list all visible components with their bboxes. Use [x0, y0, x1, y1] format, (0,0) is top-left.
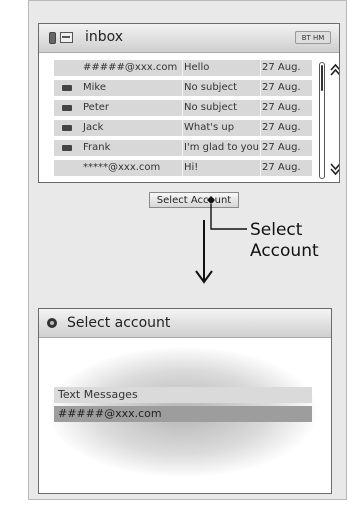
callout-line-2: Account: [250, 241, 319, 261]
callout-label: Select Account: [250, 220, 319, 262]
select-account-title-bar: Select account: [39, 309, 331, 338]
select-account-screen: Select account Text Messages #####@xxx.c…: [38, 308, 332, 494]
account-option-email[interactable]: #####@xxx.com: [54, 406, 312, 422]
callout-line-1: Select: [250, 220, 303, 240]
callout-pointer: [207, 196, 247, 230]
down-arrow-icon: [195, 220, 213, 284]
page-title: Select account: [67, 315, 171, 331]
account-option-text-messages[interactable]: Text Messages: [54, 387, 312, 403]
settings-dot-icon: [47, 318, 57, 328]
